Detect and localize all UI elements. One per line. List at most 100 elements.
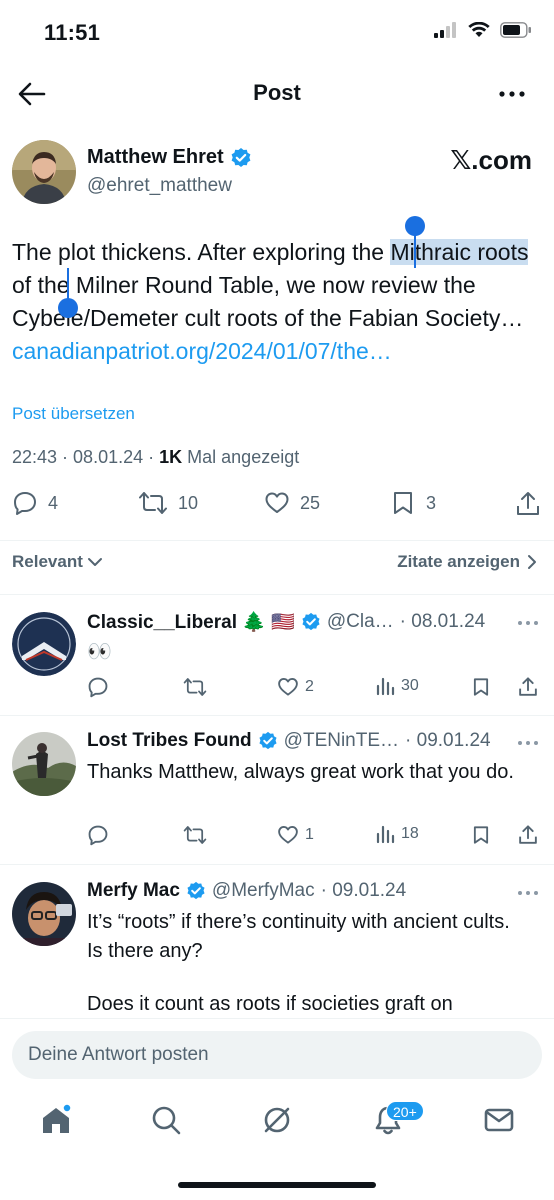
reply-views-button[interactable]: 30: [375, 676, 419, 696]
page-title: Post: [253, 80, 301, 105]
nav-search[interactable]: [150, 1104, 182, 1136]
reply-date: · 09.01.24: [320, 880, 407, 901]
nav-home[interactable]: [40, 1104, 72, 1136]
tweet-text-before: The plot thickens. After exploring the: [12, 239, 391, 265]
reply-avatar[interactable]: [12, 732, 76, 796]
status-time: 11:51: [44, 20, 101, 45]
selection-start-knob[interactable]: [405, 216, 425, 236]
divider: [0, 864, 554, 865]
reply-button[interactable]: 4: [12, 490, 58, 516]
reply-avatar[interactable]: [12, 882, 76, 946]
verified-badge-icon: [302, 612, 320, 631]
nav-messages[interactable]: [483, 1104, 515, 1136]
repost-icon: [183, 678, 207, 696]
reply-like-button[interactable]: 2: [277, 676, 314, 698]
reply-author-handle[interactable]: @MerfyMac: [212, 880, 315, 902]
reply-repost-button[interactable]: [183, 824, 207, 846]
author-avatar[interactable]: [12, 140, 76, 204]
bookmark-icon: [473, 678, 489, 696]
selection-end-handle[interactable]: [67, 268, 69, 302]
reply-more-button[interactable]: [516, 888, 540, 898]
reply-more-button[interactable]: [516, 618, 540, 628]
reply-text-continued: Does it count as roots if societies graf…: [87, 993, 453, 1015]
reply-compose-field[interactable]: Deine Antwort posten: [12, 1031, 542, 1079]
reply-item[interactable]: Classic__Liberal 🌲 🇺🇸 @Cla… · 08.01.24 👀…: [0, 596, 554, 714]
reply-repost-button[interactable]: [183, 676, 207, 698]
divider: [0, 540, 554, 541]
reply-avatar[interactable]: [12, 612, 76, 676]
reply-action-bar: 1 18: [87, 824, 543, 848]
reply-views-button[interactable]: 18: [375, 824, 419, 844]
reply-bookmark-button[interactable]: [471, 824, 491, 846]
show-quotes-link[interactable]: Zitate anzeigen: [397, 552, 538, 572]
author-name-text: Matthew Ehret: [87, 146, 224, 168]
repost-count: 10: [178, 492, 199, 513]
reply-bookmark-button[interactable]: [471, 676, 491, 698]
home-icon: [43, 1104, 72, 1133]
reply-item[interactable]: Merfy Mac @MerfyMac · 09.01.24 It’s “roo…: [0, 866, 554, 1018]
more-icon: [518, 621, 538, 625]
reply-icon: [88, 825, 108, 846]
reply-author-handle[interactable]: @Cla…: [327, 611, 394, 633]
verified-badge-icon: [187, 881, 205, 900]
selection-end-knob[interactable]: [58, 298, 78, 318]
tweet-meta: 22:43 · 08.01.24 · 1K Mal angezeigt: [12, 447, 300, 467]
more-icon: [518, 741, 538, 745]
share-button[interactable]: [514, 490, 542, 518]
reply-share-button[interactable]: [517, 676, 539, 698]
selection-start-handle[interactable]: [414, 232, 416, 268]
views-icon: [376, 825, 395, 844]
reply-like-count: 2: [305, 678, 314, 695]
search-icon: [152, 1106, 181, 1135]
author-name[interactable]: Matthew Ehret: [87, 146, 252, 169]
wifi-icon: [468, 22, 490, 38]
sort-relevant-dropdown[interactable]: Relevant: [12, 552, 103, 572]
reply-count: 4: [48, 492, 59, 513]
author-handle[interactable]: @ehret_matthew: [87, 175, 232, 197]
reply-author-name[interactable]: Lost Tribes Found: [87, 730, 252, 752]
reply-header: Merfy Mac @MerfyMac · 09.01.24: [87, 880, 406, 902]
bookmark-button[interactable]: 3: [390, 490, 436, 516]
share-icon: [519, 825, 537, 844]
reply-more-button[interactable]: [516, 738, 540, 748]
reply-author-name[interactable]: Classic__Liberal 🌲 🇺🇸: [87, 610, 295, 634]
tweet-link[interactable]: canadianpatriot.org/2024/01/07/the…: [12, 338, 392, 364]
more-options-button[interactable]: [498, 84, 526, 104]
more-icon: [518, 891, 538, 895]
reply-text: It’s “roots” if there’s continuity with …: [87, 911, 510, 962]
reply-icon: [14, 492, 36, 515]
reply-icon: [88, 677, 108, 698]
reply-like-button[interactable]: 1: [277, 824, 314, 846]
more-icon: [499, 91, 525, 97]
tweet-views-count: 1K: [159, 447, 183, 467]
reply-reply-button[interactable]: [87, 824, 109, 846]
heart-icon: [278, 678, 298, 696]
reply-item[interactable]: Lost Tribes Found @TENinTE… · 09.01.24 T…: [0, 716, 554, 864]
chevron-down-icon: [87, 558, 102, 566]
like-count: 25: [300, 492, 321, 513]
reply-author-name[interactable]: Merfy Mac: [87, 880, 180, 902]
reply-share-button[interactable]: [517, 824, 539, 846]
reply-reply-button[interactable]: [87, 676, 109, 698]
views-icon: [376, 677, 395, 696]
verified-badge-icon: [259, 731, 277, 750]
home-indicator[interactable]: [178, 1182, 376, 1188]
divider: [0, 594, 554, 595]
reply-header: Classic__Liberal 🌲 🇺🇸 @Cla… · 08.01.24: [87, 610, 485, 634]
reply-views-count: 30: [401, 677, 419, 694]
signal-icon: [434, 22, 458, 38]
notifications-badge: 20+: [386, 1101, 424, 1121]
verified-badge-icon: [230, 147, 252, 169]
share-icon: [519, 677, 537, 696]
reply-author-handle[interactable]: @TENinTE…: [284, 730, 399, 752]
like-button[interactable]: 25: [264, 490, 320, 516]
bookmark-count: 3: [426, 492, 437, 513]
tweet-views-label: Mal angezeigt: [187, 447, 300, 467]
translate-post-link[interactable]: Post übersetzen: [12, 404, 135, 424]
nav-grok[interactable]: [261, 1104, 293, 1136]
grok-icon: [264, 1107, 290, 1133]
repost-button[interactable]: 10: [138, 490, 198, 516]
reply-text: 👀: [87, 641, 112, 663]
reply-date: · 09.01.24: [405, 730, 491, 751]
tweet-action-bar: 4 10 25 3: [12, 490, 542, 524]
